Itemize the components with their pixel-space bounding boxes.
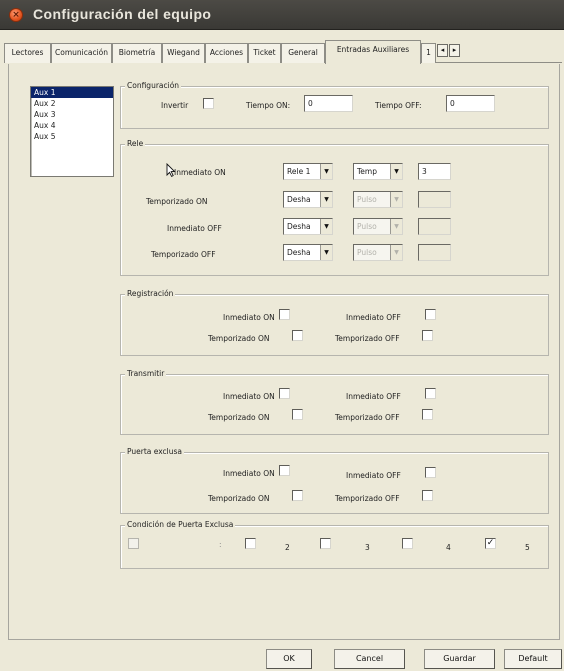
condicion-separator: : (219, 540, 222, 549)
rele-temporizado-on-label: Temporizado ON (146, 197, 208, 206)
registracion-inmediato-on-checkbox[interactable] (279, 309, 290, 320)
close-icon[interactable]: × (9, 8, 23, 22)
condicion-label-5: 5 (525, 543, 530, 552)
rele-temporizado-off-mode-select: Pulso ▼ (353, 244, 403, 261)
tab-strip: Lectores Comunicación Biometría Wiegand … (4, 38, 562, 64)
default-button[interactable]: Default (504, 649, 562, 669)
tab-wiegand[interactable]: Wiegand (162, 43, 205, 63)
tab-entradas-auxiliares[interactable]: Entradas Auxiliares (325, 40, 421, 64)
puerta-inmediato-off-label: Inmediato OFF (346, 471, 401, 480)
group-legend: Condición de Puerta Exclusa (125, 520, 236, 529)
condicion-checkbox-2[interactable] (245, 538, 256, 549)
tiempo-on-label: Tiempo ON: (246, 101, 291, 110)
tab-biometria[interactable]: Biometría (112, 43, 162, 63)
puerta-inmediato-on-label: Inmediato ON (223, 469, 275, 478)
tab-ticket[interactable]: Ticket (248, 43, 281, 63)
rele-inmediato-on-label: Inmediato ON (174, 168, 226, 177)
rele-inmediato-on-time-input[interactable]: 3 (418, 163, 451, 180)
transmitir-temporizado-off-checkbox[interactable] (422, 409, 433, 420)
invertir-checkbox[interactable] (203, 98, 214, 109)
tiempo-off-input[interactable]: 0 (446, 95, 495, 112)
transmitir-temporizado-off-label: Temporizado OFF (335, 413, 400, 422)
puerta-temporizado-off-checkbox[interactable] (422, 490, 433, 501)
registracion-temporizado-on-checkbox[interactable] (292, 330, 303, 341)
rele-inmediato-off-mode-select: Pulso ▼ (353, 218, 403, 235)
transmitir-inmediato-off-checkbox[interactable] (425, 388, 436, 399)
group-legend: Puerta exclusa (125, 447, 185, 456)
tab-scroll-left-icon[interactable]: ◂ (437, 44, 448, 57)
rele-inmediato-off-select[interactable]: Desha ▼ (283, 218, 333, 235)
transmitir-inmediato-on-checkbox[interactable] (279, 388, 290, 399)
chevron-down-icon[interactable]: ▼ (320, 245, 332, 260)
chevron-down-icon[interactable]: ▼ (320, 164, 332, 179)
rele-temporizado-on-time-input (418, 191, 451, 208)
registracion-temporizado-on-label: Temporizado ON (208, 334, 270, 343)
registracion-inmediato-off-label: Inmediato OFF (346, 313, 401, 322)
tab-comunicacion[interactable]: Comunicación (51, 43, 112, 63)
tiempo-on-input[interactable]: 0 (304, 95, 353, 112)
chevron-down-icon: ▼ (390, 219, 402, 234)
rele-inmediato-off-label: Inmediato OFF (167, 224, 222, 233)
puerta-temporizado-on-checkbox[interactable] (292, 490, 303, 501)
transmitir-temporizado-on-label: Temporizado ON (208, 413, 270, 422)
list-item[interactable]: Aux 2 (31, 98, 113, 109)
puerta-inmediato-off-checkbox[interactable] (425, 467, 436, 478)
list-item[interactable]: Aux 3 (31, 109, 113, 120)
window-title: Configuración del equipo (33, 6, 212, 22)
transmitir-temporizado-on-checkbox[interactable] (292, 409, 303, 420)
registracion-temporizado-off-checkbox[interactable] (422, 330, 433, 341)
group-registracion: Registración (120, 289, 549, 356)
invertir-label: Invertir (161, 101, 189, 110)
rele-temporizado-on-select[interactable]: Desha ▼ (283, 191, 333, 208)
rele-inmediato-off-time-input (418, 218, 451, 235)
rele-temporizado-off-select[interactable]: Desha ▼ (283, 244, 333, 261)
chevron-down-icon[interactable]: ▼ (390, 164, 402, 179)
registracion-inmediato-off-checkbox[interactable] (425, 309, 436, 320)
group-legend: Rele (125, 139, 146, 148)
registracion-inmediato-on-label: Inmediato ON (223, 313, 275, 322)
list-item[interactable]: Aux 4 (31, 120, 113, 131)
transmitir-inmediato-on-label: Inmediato ON (223, 392, 275, 401)
tab-overflow[interactable]: 1 (421, 43, 436, 63)
transmitir-inmediato-off-label: Inmediato OFF (346, 392, 401, 401)
tab-lectores[interactable]: Lectores (4, 43, 51, 63)
mouse-pointer-icon (166, 163, 176, 177)
group-legend: Registración (125, 289, 176, 298)
rele-temporizado-off-label: Temporizado OFF (151, 250, 216, 259)
condicion-checkbox-5[interactable]: ✓ (485, 538, 496, 549)
chevron-down-icon[interactable]: ▼ (320, 192, 332, 207)
save-button[interactable]: Guardar (424, 649, 495, 669)
group-legend: Configuración (125, 81, 182, 90)
group-transmitir: Transmitir (120, 369, 549, 435)
chevron-down-icon: ▼ (390, 192, 402, 207)
puerta-inmediato-on-checkbox[interactable] (279, 465, 290, 476)
list-item[interactable]: Aux 5 (31, 131, 113, 142)
group-legend: Transmitir (125, 369, 167, 378)
cancel-button[interactable]: Cancel (334, 649, 405, 669)
condicion-checkbox-3[interactable] (320, 538, 331, 549)
tab-general[interactable]: General (281, 43, 325, 63)
group-puerta-exclusa: Puerta exclusa (120, 447, 549, 514)
chevron-down-icon: ▼ (390, 245, 402, 260)
aux-list[interactable]: Aux 1 Aux 2 Aux 3 Aux 4 Aux 5 (30, 86, 114, 177)
tiempo-off-label: Tiempo OFF: (375, 101, 422, 110)
rele-inmediato-on-mode-select[interactable]: Temp ▼ (353, 163, 403, 180)
title-bar: × Configuración del equipo (0, 0, 564, 30)
condicion-label-3: 3 (365, 543, 370, 552)
condicion-label-4: 4 (446, 543, 451, 552)
tab-scroll-right-icon[interactable]: ▸ (449, 44, 460, 57)
rele-temporizado-off-time-input (418, 244, 451, 261)
registracion-temporizado-off-label: Temporizado OFF (335, 334, 400, 343)
rele-temporizado-on-mode-select: Pulso ▼ (353, 191, 403, 208)
condicion-checkbox-4[interactable] (402, 538, 413, 549)
condicion-checkbox-1 (128, 538, 139, 549)
puerta-temporizado-off-label: Temporizado OFF (335, 494, 400, 503)
ok-button[interactable]: OK (266, 649, 312, 669)
condicion-label-2: 2 (285, 543, 290, 552)
tab-acciones[interactable]: Acciones (205, 43, 248, 63)
puerta-temporizado-on-label: Temporizado ON (208, 494, 270, 503)
list-item[interactable]: Aux 1 (31, 87, 113, 98)
rele-inmediato-on-select[interactable]: Rele 1 ▼ (283, 163, 333, 180)
chevron-down-icon[interactable]: ▼ (320, 219, 332, 234)
